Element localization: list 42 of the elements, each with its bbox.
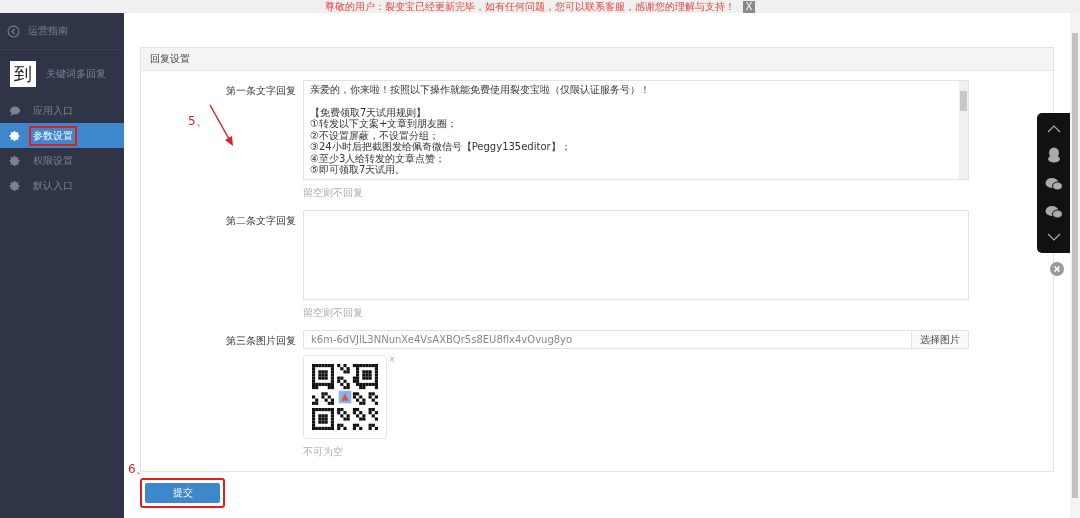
page-scrollbar[interactable] xyxy=(1070,13,1080,518)
down-chevron-icon[interactable] xyxy=(1046,232,1061,243)
remove-button[interactable]: × xyxy=(389,355,395,365)
app-title: 关键词多回复 xyxy=(46,67,106,81)
sidebar-item[interactable]: 参数设置 xyxy=(0,123,124,148)
chat-bubbles-icon[interactable] xyxy=(1044,204,1063,219)
scrollbar[interactable] xyxy=(959,81,968,179)
back-link[interactable]: 运营指南 xyxy=(0,13,124,50)
up-chevron-icon[interactable] xyxy=(1046,123,1061,134)
sidebar-item-label: 权限设置 xyxy=(32,153,74,168)
back-icon xyxy=(7,24,20,38)
notice-close-button[interactable]: X xyxy=(743,0,755,13)
field-hint: 不可为空 xyxy=(303,445,344,459)
textarea-field[interactable]: 亲爱的，你来啦！按照以下操作就能免费使用裂变宝啦（仅限认证服务号）！ 【免费领取7天试用规则】 ①转发以下文案+文章到朋友圈； ②不设置屏蔽，不设置分组； ③24小时后把截图发给佩奇微信号【Peggy135editor】； ④至少3人给转发的文章点赞； ⑤即可领取7天试用。 xyxy=(303,80,969,180)
gear-icon xyxy=(9,154,21,167)
sidebar-item[interactable]: 应用入口 xyxy=(0,98,124,123)
field-hint: 留空则不回复 xyxy=(303,306,364,320)
input-field[interactable]: k6m-6dVJlL3NNunXe4VsAXBQr5s8EU8flx4vOvug8yo 选择图片 xyxy=(303,330,969,349)
close-icon[interactable] xyxy=(1050,262,1064,276)
textarea-field[interactable] xyxy=(303,210,969,300)
highlight-frame: 参数设置 xyxy=(29,125,77,146)
gear-icon xyxy=(9,129,21,142)
sidebar-item[interactable]: 默认入口 xyxy=(0,173,124,198)
penguin-icon[interactable] xyxy=(1046,147,1061,164)
gear-icon xyxy=(9,179,21,192)
sidebar-item[interactable]: 权限设置 xyxy=(0,148,124,173)
field-hint: 留空则不回复 xyxy=(303,186,364,200)
field-label: 第二条文字回复 xyxy=(226,214,296,228)
qr-code-drawing xyxy=(312,364,378,430)
chat-icon xyxy=(9,104,21,117)
sidebar-item-label: 应用入口 xyxy=(32,103,74,118)
submit-button[interactable]: 提交 xyxy=(145,483,220,503)
annotation-label: 6、 xyxy=(128,461,148,478)
sidebar-item-label: 默认入口 xyxy=(32,178,74,193)
field-label: 第一条文字回复 xyxy=(226,84,296,98)
notice-text: 尊敬的用户：裂变宝已经更新完毕，如有任何问题，您可以联系客服，感谢您的理解与支持！ xyxy=(325,0,735,13)
chat-bubbles-icon[interactable] xyxy=(1044,177,1063,191)
field-label: 第三条图片回复 xyxy=(226,334,296,348)
choose-image-button[interactable]: 选择图片 xyxy=(911,331,968,348)
panel-title: 回复设置 xyxy=(141,48,1053,71)
annotation-label: 5、 xyxy=(188,113,208,130)
app-logo: 到 xyxy=(10,61,36,87)
